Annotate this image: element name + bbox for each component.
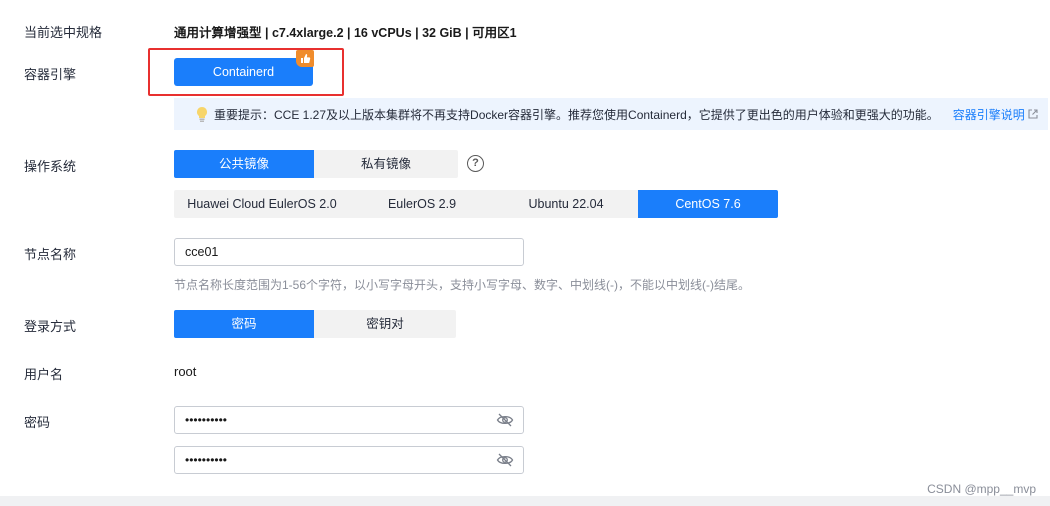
watermark: CSDN @mpp__mvp bbox=[927, 482, 1036, 496]
tip-text: 重要提示：CCE 1.27及以上版本集群将不再支持Docker容器引擎。推荐您使… bbox=[214, 107, 939, 122]
image-option-huawei-euleros[interactable]: Huawei Cloud EulerOS 2.0 bbox=[174, 190, 350, 218]
login-method-tabs: 密码 密钥对 bbox=[174, 310, 456, 338]
image-option-ubuntu[interactable]: Ubuntu 22.04 bbox=[494, 190, 638, 218]
os-image-selector: Huawei Cloud EulerOS 2.0 EulerOS 2.9 Ubu… bbox=[174, 190, 778, 218]
eye-off-icon[interactable] bbox=[496, 413, 514, 427]
bottom-scroll-area bbox=[0, 496, 1050, 506]
username-value: root bbox=[174, 364, 197, 379]
node-name-input[interactable]: cce01 bbox=[174, 238, 524, 266]
external-link-icon[interactable] bbox=[1027, 108, 1039, 120]
image-option-euleros[interactable]: EulerOS 2.9 bbox=[350, 190, 494, 218]
image-option-centos[interactable]: CentOS 7.6 bbox=[638, 190, 778, 218]
os-source-tabs: 公共镜像 私有镜像 bbox=[174, 150, 458, 178]
lightbulb-icon bbox=[192, 104, 212, 124]
eye-off-icon[interactable] bbox=[496, 453, 514, 467]
spec-value: 通用计算增强型 | c7.4xlarge.2 | 16 vCPUs | 32 G… bbox=[174, 26, 517, 40]
engine-doc-link[interactable]: 容器引擎说明 bbox=[953, 106, 1025, 123]
help-icon[interactable]: ? bbox=[467, 155, 484, 172]
os-label: 操作系统 bbox=[24, 159, 77, 174]
login-option-keypair[interactable]: 密钥对 bbox=[314, 310, 456, 338]
username-label: 用户名 bbox=[24, 367, 64, 382]
login-option-password[interactable]: 密码 bbox=[174, 310, 314, 338]
node-name-label: 节点名称 bbox=[24, 247, 77, 262]
highlight-box bbox=[148, 48, 344, 96]
password-label: 密码 bbox=[24, 415, 51, 430]
tab-private-image[interactable]: 私有镜像 bbox=[314, 150, 458, 178]
important-tip: 重要提示：CCE 1.27及以上版本集群将不再支持Docker容器引擎。推荐您使… bbox=[174, 98, 1048, 130]
password-input[interactable]: •••••••••• bbox=[174, 406, 524, 434]
node-name-hint: 节点名称长度范围为1-56个字符，以小写字母开头，支持小写字母、数字、中划线(-… bbox=[174, 278, 750, 292]
tab-public-image[interactable]: 公共镜像 bbox=[174, 150, 314, 178]
engine-label: 容器引擎 bbox=[24, 67, 77, 82]
login-method-label: 登录方式 bbox=[24, 319, 77, 334]
spec-label: 当前选中规格 bbox=[24, 25, 103, 40]
confirm-password-input[interactable]: •••••••••• bbox=[174, 446, 524, 474]
